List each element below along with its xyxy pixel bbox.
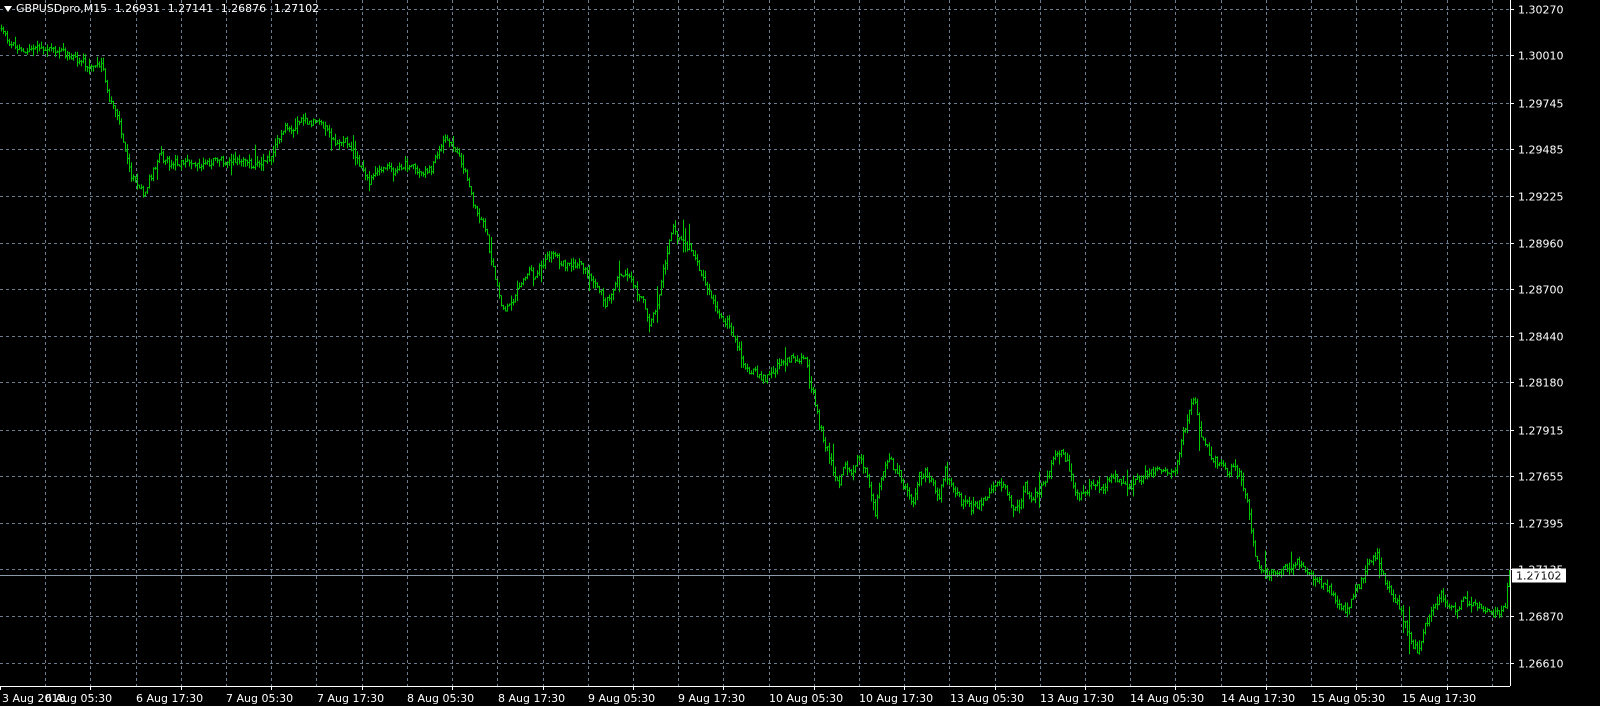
x-tick-label: 7 Aug 17:30 [317,692,384,705]
x-tick-label: 6 Aug 17:30 [136,692,203,705]
low-value: 1.26876 [220,2,267,15]
symbol-label: GBPUSDpro,M15 [16,2,108,15]
y-tick-label: 1.29225 [1518,191,1564,204]
x-tick-label: 15 Aug 05:30 [1311,692,1385,705]
y-tick-label: 1.27135 [1518,564,1564,577]
chart-background [0,0,1600,706]
x-tick-label: 13 Aug 17:30 [1040,692,1114,705]
y-tick-label: 1.28700 [1518,284,1564,297]
y-tick-label: 1.29745 [1518,98,1564,111]
open-value: 1.26931 [114,2,161,15]
x-tick-label: 7 Aug 05:30 [226,692,293,705]
x-tick-label: 9 Aug 17:30 [678,692,745,705]
price-chart[interactable]: 1.27102 1.30270 1.30010 1.29745 1.29485 1.29… [0,0,1600,706]
y-tick-label: 1.26870 [1518,611,1564,624]
x-tick-label: 14 Aug 05:30 [1130,692,1204,705]
x-tick-label: 10 Aug 05:30 [769,692,843,705]
x-tick-label: 10 Aug 17:30 [859,692,933,705]
dropdown-triangle-icon[interactable] [4,6,12,12]
y-tick-label: 1.26610 [1518,658,1564,671]
x-tick-label: 13 Aug 05:30 [950,692,1024,705]
y-tick-label: 1.28180 [1518,377,1564,390]
y-tick-label: 1.28960 [1518,238,1564,251]
high-value: 1.27141 [167,2,214,15]
x-tick-label: 6 Aug 05:30 [45,692,112,705]
y-tick-label: 1.27395 [1518,518,1564,531]
x-tick-label: 8 Aug 17:30 [498,692,565,705]
x-tick-label: 8 Aug 05:30 [407,692,474,705]
y-tick-label: 1.30270 [1518,4,1564,17]
y-tick-label: 1.30010 [1518,50,1564,63]
x-tick-label: 15 Aug 17:30 [1402,692,1476,705]
y-tick-label: 1.27655 [1518,471,1564,484]
chart-header: GBPUSDpro,M15 1.26931 1.27141 1.26876 1.… [4,3,323,15]
y-tick-label: 1.27915 [1518,425,1564,438]
x-tick-label: 14 Aug 17:30 [1221,692,1295,705]
x-tick-label: 9 Aug 05:30 [588,692,655,705]
y-tick-label: 1.29485 [1518,144,1564,157]
y-tick-label: 1.28440 [1518,331,1564,344]
close-value: 1.27102 [273,2,320,15]
